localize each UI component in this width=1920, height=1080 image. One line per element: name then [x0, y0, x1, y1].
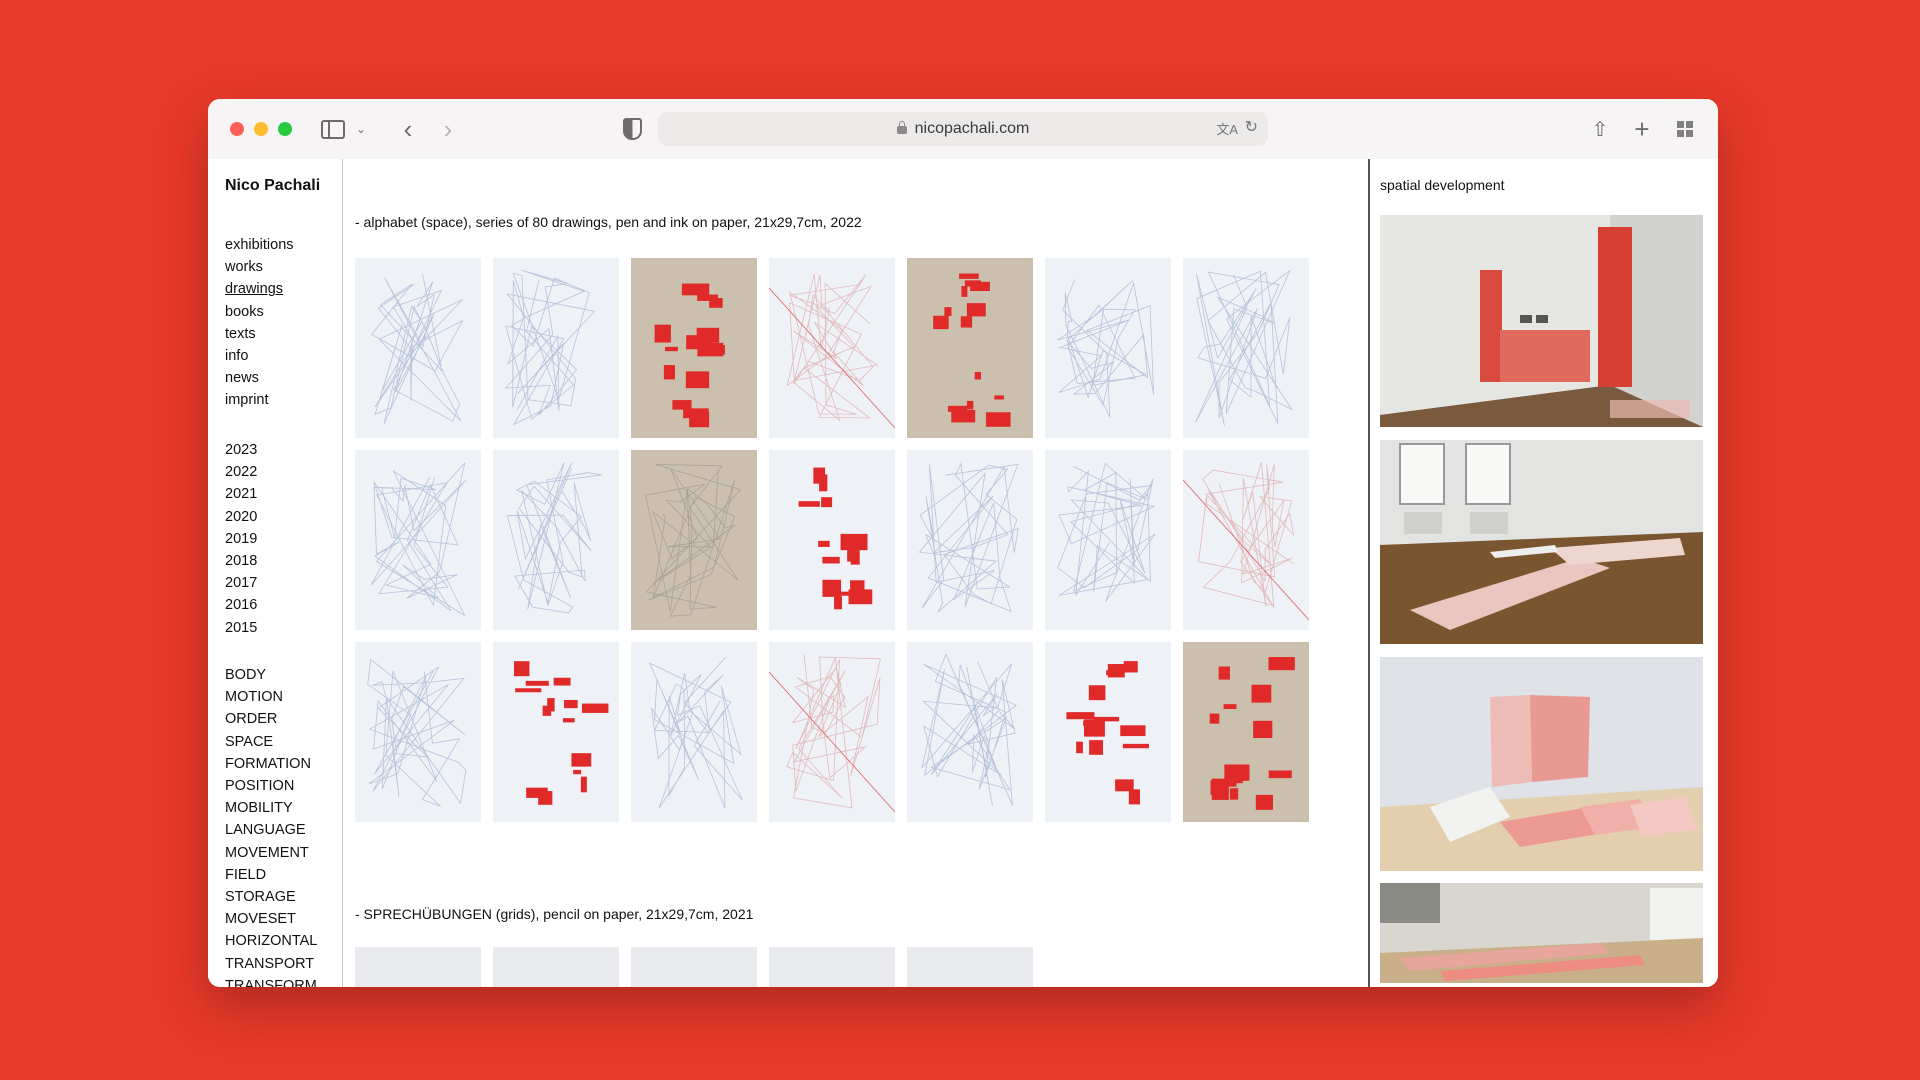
new-tab-icon[interactable]: + [1630, 114, 1654, 144]
nav-link-exhibitions[interactable]: exhibitions [225, 234, 294, 256]
drawing-thumbnail[interactable] [493, 450, 619, 630]
nav-topic-formation[interactable]: FORMATION [225, 753, 317, 775]
installation-photo[interactable] [1380, 215, 1703, 427]
nav-link-texts[interactable]: texts [225, 323, 294, 345]
drawing-thumbnail[interactable] [769, 450, 895, 630]
aside-panel: spatial development [1370, 159, 1718, 987]
nav-link-imprint[interactable]: imprint [225, 389, 294, 411]
drawing-thumbnail[interactable] [1045, 642, 1171, 822]
close-window-button[interactable] [230, 122, 244, 136]
nav-topic-transform[interactable]: TRANSFORM [225, 975, 317, 987]
nav-topic-order[interactable]: ORDER [225, 708, 317, 730]
installation-photo[interactable] [1380, 657, 1703, 871]
privacy-shield-icon[interactable] [620, 115, 644, 143]
nav-year-2021[interactable]: 2021 [225, 483, 257, 505]
nav-topic-field[interactable]: FIELD [225, 864, 317, 886]
drawing-thumbnail[interactable] [355, 947, 481, 987]
installation-photo[interactable] [1380, 440, 1703, 644]
section-heading: - SPRECHÜBUNGEN (grids), pencil on paper… [355, 906, 754, 922]
nav-topic-motion[interactable]: MOTION [225, 686, 317, 708]
nav-link-info[interactable]: info [225, 345, 294, 367]
nav-link-news[interactable]: news [225, 367, 294, 389]
drawing-thumbnail[interactable] [631, 642, 757, 822]
drawing-thumbnail[interactable] [1045, 258, 1171, 438]
drawing-thumbnail[interactable] [355, 450, 481, 630]
nav-year-2015[interactable]: 2015 [225, 617, 257, 639]
drawing-thumbnail[interactable] [493, 947, 619, 987]
drawing-thumbnail[interactable] [1045, 450, 1171, 630]
browser-toolbar: ⌄ ‹ › nicopachali.com 文A ↻ ⇧ + [208, 99, 1718, 159]
drawing-thumbnail[interactable] [631, 258, 757, 438]
nav-topic-space[interactable]: SPACE [225, 731, 317, 753]
drawing-grid [355, 258, 1309, 822]
minimize-window-button[interactable] [254, 122, 268, 136]
nav-topic-language[interactable]: LANGUAGE [225, 819, 317, 841]
nav-year-2016[interactable]: 2016 [225, 594, 257, 616]
nav-topic-moveset[interactable]: MOVESET [225, 908, 317, 930]
topic-menu: BODY MOTION ORDER SPACE FORMATION POSITION MOB… [225, 664, 317, 987]
nav-topic-movement[interactable]: MOVEMENT [225, 842, 317, 864]
drawing-thumbnail[interactable] [355, 258, 481, 438]
drawing-grid-2 [355, 947, 1033, 987]
nav-topic-storage[interactable]: STORAGE [225, 886, 317, 908]
drawing-thumbnail[interactable] [631, 450, 757, 630]
site-navigation: Nico Pachali exhibitions works drawings boo… [208, 159, 343, 987]
year-menu: 2023 2022 2021 2020 2019 2018 2017 2016 2015 [225, 439, 257, 639]
drawing-thumbnail[interactable] [907, 642, 1033, 822]
nav-link-books[interactable]: books [225, 301, 294, 323]
drawing-thumbnail[interactable] [769, 258, 895, 438]
nav-topic-position[interactable]: POSITION [225, 775, 317, 797]
nav-topic-horizontal[interactable]: HORIZONTAL [225, 930, 317, 952]
section-heading: - alphabet (space), series of 80 drawing… [355, 214, 862, 230]
drawing-thumbnail[interactable] [907, 258, 1033, 438]
reload-icon[interactable]: ↻ [1245, 117, 1258, 137]
drawing-thumbnail[interactable] [493, 258, 619, 438]
drawing-thumbnail[interactable] [355, 642, 481, 822]
drawing-thumbnail[interactable] [1183, 258, 1309, 438]
nav-topic-mobility[interactable]: MOBILITY [225, 797, 317, 819]
browser-window: ⌄ ‹ › nicopachali.com 文A ↻ ⇧ + Nico Pach… [208, 99, 1718, 987]
url-text: nicopachali.com [914, 120, 1030, 137]
web-page: Nico Pachali exhibitions works drawings boo… [208, 159, 1718, 987]
drawing-thumbnail[interactable] [907, 947, 1033, 987]
nav-year-2018[interactable]: 2018 [225, 550, 257, 572]
share-icon[interactable]: ⇧ [1588, 115, 1612, 143]
chevron-down-icon[interactable]: ⌄ [354, 115, 368, 143]
tab-overview-icon[interactable] [1674, 115, 1696, 143]
nav-link-works[interactable]: works [225, 256, 294, 278]
nav-year-2017[interactable]: 2017 [225, 572, 257, 594]
sidebar-toggle-icon[interactable] [320, 115, 346, 143]
nav-year-2019[interactable]: 2019 [225, 528, 257, 550]
installation-photo[interactable] [1380, 883, 1703, 983]
drawing-thumbnail[interactable] [907, 450, 1033, 630]
drawing-thumbnail[interactable] [631, 947, 757, 987]
main-content: - alphabet (space), series of 80 drawing… [343, 159, 1368, 987]
address-bar[interactable]: nicopachali.com 文A ↻ [658, 112, 1268, 146]
nav-year-2023[interactable]: 2023 [225, 439, 257, 461]
translate-icon[interactable]: 文A [1216, 119, 1238, 138]
nav-topic-body[interactable]: BODY [225, 664, 317, 686]
site-title[interactable]: Nico Pachali [225, 177, 320, 195]
aside-title: spatial development [1380, 177, 1505, 193]
lock-icon [896, 121, 907, 134]
nav-year-2022[interactable]: 2022 [225, 461, 257, 483]
drawing-thumbnail[interactable] [1183, 450, 1309, 630]
back-arrow-icon[interactable]: ‹ [396, 114, 420, 144]
main-menu: exhibitions works drawings books texts info ne… [225, 234, 294, 412]
nav-link-drawings[interactable]: drawings [225, 278, 294, 300]
nav-year-2020[interactable]: 2020 [225, 506, 257, 528]
drawing-thumbnail[interactable] [769, 642, 895, 822]
nav-topic-transport[interactable]: TRANSPORT [225, 953, 317, 975]
forward-arrow-icon[interactable]: › [436, 114, 460, 144]
drawing-thumbnail[interactable] [1183, 642, 1309, 822]
fullscreen-window-button[interactable] [278, 122, 292, 136]
drawing-thumbnail[interactable] [493, 642, 619, 822]
drawing-thumbnail[interactable] [769, 947, 895, 987]
